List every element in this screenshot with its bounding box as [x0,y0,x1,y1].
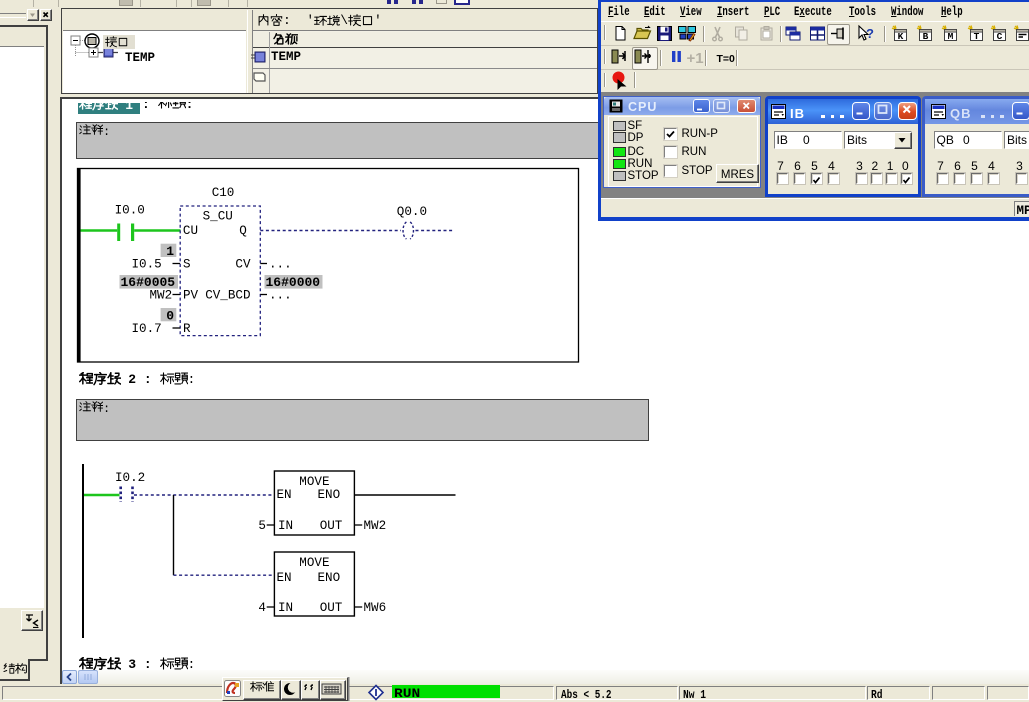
svg-text:I0.7: I0.7 [132,322,162,336]
svg-text:MW2: MW2 [364,519,387,533]
svg-text:M: M [948,31,954,42]
svg-text:Q: Q [239,224,247,238]
svg-text:...: ... [269,258,292,272]
svg-text:IN: IN [278,601,293,615]
svg-text:MW2: MW2 [150,289,173,303]
svg-text:?: ? [866,26,874,41]
svg-text:I0.0: I0.0 [115,204,145,218]
svg-text:ENO: ENO [318,488,341,502]
svg-text:K: K [898,31,904,42]
svg-text:OUT: OUT [320,601,343,615]
svg-text:B: B [923,31,929,42]
svg-text:5: 5 [258,519,266,533]
svg-text:R: R [183,322,191,336]
svg-text:...: ... [269,289,292,303]
svg-text:C10: C10 [212,186,235,200]
svg-text:CV_BCD: CV_BCD [205,289,250,303]
svg-text:MOVE: MOVE [299,475,329,489]
svg-text:0: 0 [166,308,174,323]
svg-text:IN: IN [278,519,293,533]
svg-text:MOVE: MOVE [299,556,329,570]
svg-text:ENO: ENO [318,571,341,585]
svg-text:T: T [973,31,979,42]
svg-text:EN: EN [277,571,292,585]
svg-text:EN: EN [277,488,292,502]
svg-text:I0.5: I0.5 [132,258,162,272]
svg-text:CV: CV [235,258,251,272]
svg-text:I0.2: I0.2 [115,471,145,485]
svg-text:MW6: MW6 [364,601,387,615]
svg-text:PV: PV [183,289,199,303]
svg-text:1: 1 [166,244,174,259]
svg-text:C: C [997,31,1003,42]
svg-text:CU: CU [183,224,198,238]
svg-text:OUT: OUT [320,519,343,533]
svg-text:S: S [183,258,191,272]
svg-text:S_CU: S_CU [203,210,233,224]
svg-text:Q0.0: Q0.0 [397,205,427,219]
svg-text:4: 4 [258,601,266,615]
